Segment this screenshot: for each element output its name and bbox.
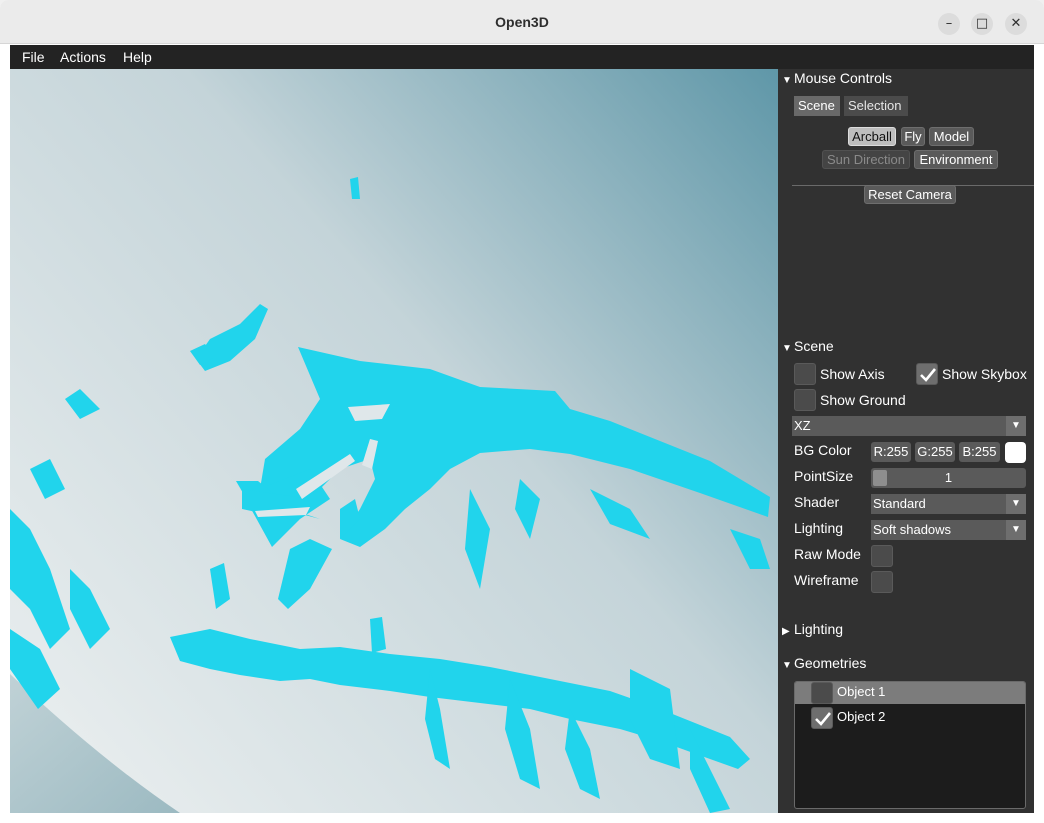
settings-panel: ▼ Mouse Controls Scene Selection Arcball …: [778, 69, 1034, 813]
chevron-down-icon: ▼: [1006, 494, 1026, 514]
triangle-down-icon: ▼: [782, 343, 792, 354]
lighting-value: Soft shadows: [873, 522, 952, 537]
geometry-list[interactable]: Object 1 Object 2: [794, 681, 1026, 809]
chevron-down-icon: ▼: [1006, 416, 1026, 436]
show-ground-label: Show Ground: [820, 392, 906, 408]
triangle-down-icon: ▼: [782, 660, 792, 671]
show-skybox-label: Show Skybox: [942, 366, 1027, 382]
ground-plane-value: XZ: [794, 418, 811, 433]
ground-plane-dropdown[interactable]: XZ ▼: [792, 416, 1026, 436]
raw-mode-label: Raw Mode: [794, 546, 861, 562]
scene-title: Scene: [794, 338, 834, 354]
raw-mode-checkbox[interactable]: [871, 545, 893, 567]
object-2-label: Object 2: [837, 709, 886, 724]
show-ground-checkbox[interactable]: [794, 389, 816, 411]
menu-actions[interactable]: Actions: [60, 45, 106, 69]
arcball-button[interactable]: Arcball: [848, 127, 896, 146]
shader-value: Standard: [873, 496, 926, 511]
tab-scene[interactable]: Scene: [794, 96, 840, 116]
title-bar: Open3D – □ ✕: [0, 0, 1044, 44]
geometry-row[interactable]: Object 2: [795, 707, 1025, 729]
reset-camera-button[interactable]: Reset Camera: [864, 185, 956, 204]
fly-button[interactable]: Fly: [901, 127, 925, 146]
close-button[interactable]: ✕: [1005, 13, 1027, 35]
show-skybox-checkbox[interactable]: [916, 363, 938, 385]
menu-bar: File Actions Help: [10, 45, 1034, 69]
window-title: Open3D: [495, 14, 549, 30]
chevron-down-icon: ▼: [1006, 520, 1026, 540]
shader-label: Shader: [794, 494, 840, 510]
mouse-controls-header[interactable]: ▼ Mouse Controls: [782, 69, 892, 87]
geometries-title: Geometries: [794, 655, 867, 671]
geometries-header[interactable]: ▼ Geometries: [782, 654, 866, 672]
lighting-label: Lighting: [794, 520, 844, 536]
bg-color-label: BG Color: [794, 442, 852, 458]
checkmark-icon: [815, 712, 832, 726]
lighting-section-header[interactable]: ▶ Lighting: [782, 620, 843, 638]
triangle-down-icon: ▼: [782, 75, 792, 86]
triangle-right-icon: ▶: [782, 626, 790, 637]
shader-dropdown[interactable]: Standard ▼: [871, 494, 1026, 514]
model-button[interactable]: Model: [929, 127, 974, 146]
wireframe-checkbox[interactable]: [871, 571, 893, 593]
bg-color-r-field[interactable]: R:255: [871, 442, 911, 462]
show-axis-label: Show Axis: [820, 366, 885, 382]
bg-color-b-field[interactable]: B:255: [959, 442, 1000, 462]
sun-direction-button[interactable]: Sun Direction: [822, 150, 910, 169]
object-1-checkbox[interactable]: [811, 682, 833, 704]
show-axis-checkbox[interactable]: [794, 363, 816, 385]
pointcloud-canvas[interactable]: [10, 69, 778, 813]
point-size-value: 1: [944, 470, 953, 485]
app-window: Open3D – □ ✕ File Actions Help ▼ Mouse C…: [0, 0, 1044, 823]
close-icon: ✕: [1010, 16, 1022, 31]
lighting-section-title: Lighting: [794, 621, 844, 637]
menu-help[interactable]: Help: [123, 45, 152, 69]
wireframe-label: Wireframe: [794, 572, 859, 588]
tab-selection[interactable]: Selection: [844, 96, 908, 116]
object-2-checkbox[interactable]: [811, 707, 833, 729]
maximize-button[interactable]: □: [971, 13, 993, 35]
scene-header[interactable]: ▼ Scene: [782, 337, 834, 355]
bg-color-swatch[interactable]: [1005, 442, 1026, 463]
point-size-label: PointSize: [794, 468, 854, 484]
geometry-row[interactable]: Object 1: [795, 682, 1025, 704]
menu-file[interactable]: File: [22, 45, 45, 69]
scene-viewport[interactable]: [10, 69, 778, 813]
object-1-label: Object 1: [837, 684, 886, 699]
bg-color-g-field[interactable]: G:255: [915, 442, 955, 462]
checkmark-icon: [920, 368, 937, 382]
point-size-slider[interactable]: 1: [871, 468, 1026, 488]
mouse-controls-title: Mouse Controls: [794, 70, 893, 86]
maximize-icon: □: [975, 16, 989, 31]
environment-button[interactable]: Environment: [914, 150, 998, 169]
minimize-button[interactable]: –: [938, 13, 960, 35]
lighting-dropdown[interactable]: Soft shadows ▼: [871, 520, 1026, 540]
minimize-icon: –: [945, 16, 953, 31]
